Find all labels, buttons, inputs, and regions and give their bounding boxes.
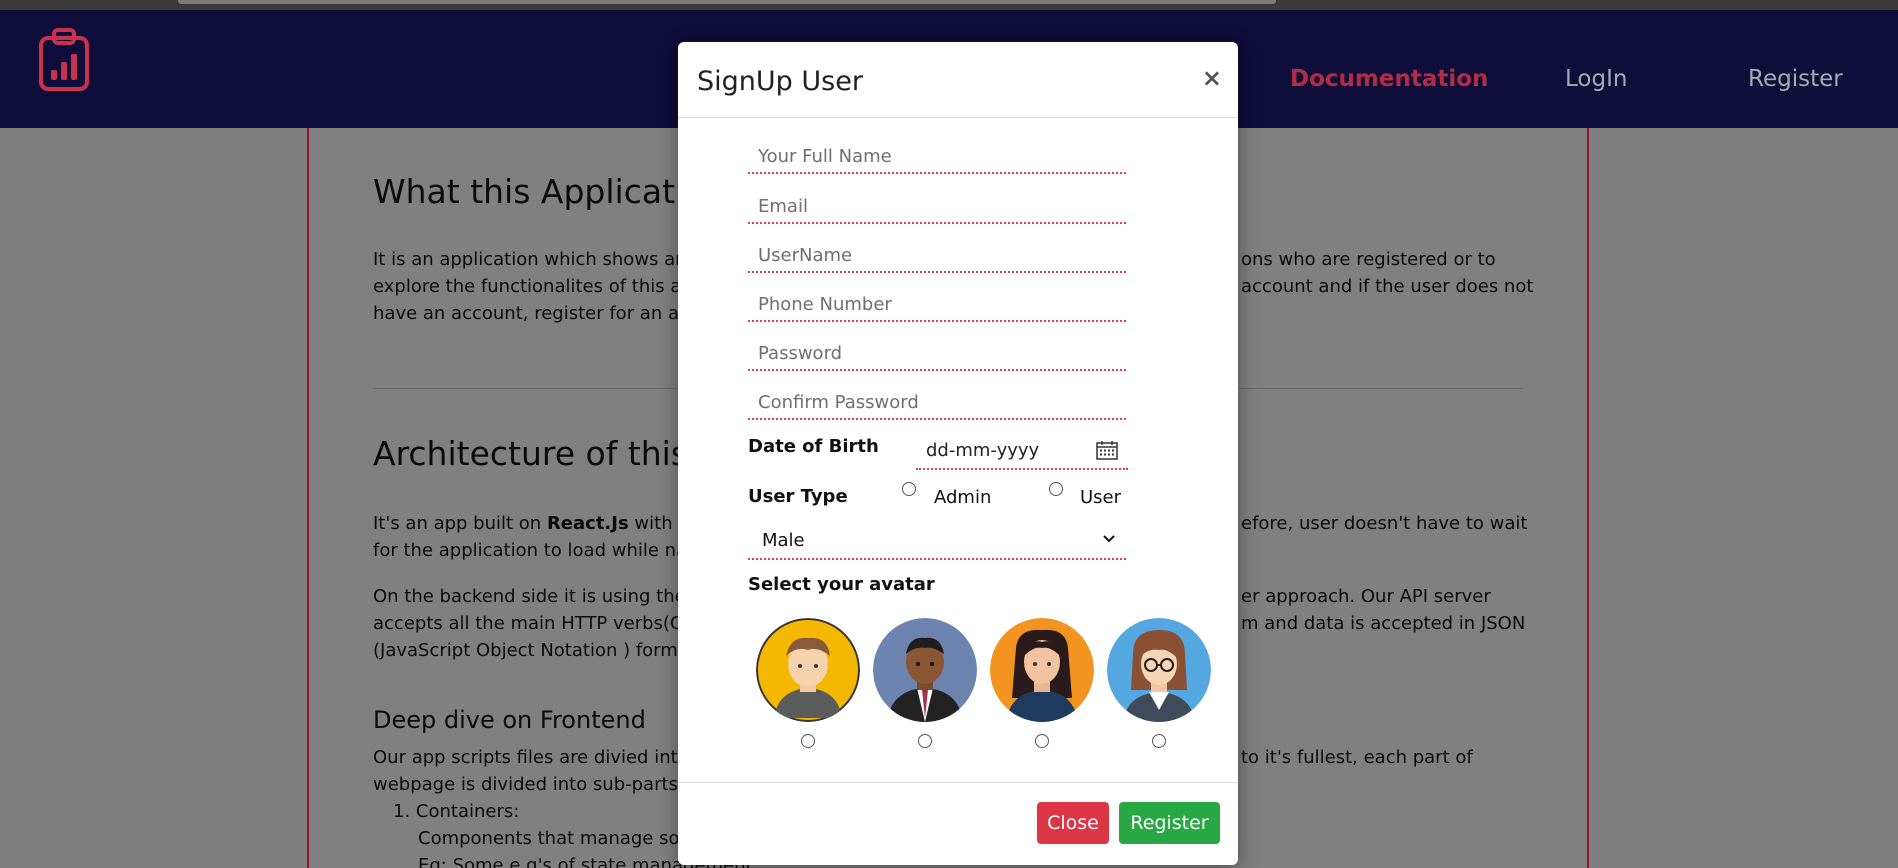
- avatar-3[interactable]: [990, 618, 1094, 722]
- heading-architecture: Architecture of this: [373, 434, 689, 473]
- modal-header: SignUp User ×: [678, 42, 1238, 118]
- react-bold: React.Js: [546, 513, 629, 534]
- radio-admin[interactable]: [902, 482, 916, 496]
- close-button[interactable]: Close: [1037, 802, 1109, 844]
- nav-register[interactable]: Register: [1748, 66, 1843, 92]
- avatar-3-radio[interactable]: [1035, 734, 1049, 748]
- avatar-4[interactable]: [1107, 618, 1211, 722]
- nav-documentation[interactable]: Documentation: [1290, 66, 1488, 92]
- heading-frontend: Deep dive on Frontend: [373, 706, 646, 734]
- avatar-4-icon: [1107, 618, 1211, 722]
- password-input[interactable]: [748, 337, 1126, 371]
- confirm-password-input[interactable]: [748, 386, 1126, 420]
- para-backend-right-line-2: m and data is accepted in JSON: [1241, 613, 1526, 634]
- para-frontend-right: to it's fullest, each part of: [1241, 747, 1473, 768]
- nav-login[interactable]: LogIn: [1565, 66, 1627, 92]
- heading-what-app: What this Application: [373, 172, 726, 211]
- radio-user[interactable]: [1049, 482, 1063, 496]
- register-button[interactable]: Register: [1119, 802, 1220, 844]
- avatar-4-radio[interactable]: [1152, 734, 1166, 748]
- signup-modal: SignUp User × Date of Birth dd-mm-yyyy U…: [678, 42, 1238, 865]
- avatar-1-radio[interactable]: [801, 734, 815, 748]
- avatar-label: Select your avatar: [748, 574, 935, 595]
- modal-title: SignUp User: [697, 66, 863, 97]
- avatar-2-radio[interactable]: [918, 734, 932, 748]
- clipboard-chart-icon[interactable]: [38, 28, 90, 92]
- full-name-input[interactable]: [748, 140, 1126, 174]
- chevron-down-icon: [1103, 535, 1115, 543]
- gender-selected-value: Male: [762, 530, 805, 551]
- modal-footer-divider: [678, 782, 1238, 783]
- para-intro-right-line-1: ons who are registered or to: [1241, 249, 1496, 270]
- username-input[interactable]: [748, 239, 1126, 273]
- dob-value: dd-mm-yyyy: [926, 440, 1040, 461]
- user-type-label: User Type: [748, 486, 848, 507]
- gender-select[interactable]: Male: [748, 522, 1126, 560]
- para-intro-right-line-2: account and if the user does not: [1241, 276, 1534, 297]
- dob-input[interactable]: dd-mm-yyyy: [916, 432, 1128, 470]
- dob-label: Date of Birth: [748, 436, 879, 457]
- scrollbar-thumb[interactable]: [178, 0, 1276, 4]
- email-input[interactable]: [748, 190, 1126, 224]
- avatar-2-icon: [873, 618, 977, 722]
- phone-input[interactable]: [748, 288, 1126, 322]
- para-architecture-text: It's an app built on: [373, 513, 547, 534]
- radio-user-label: User: [1080, 487, 1122, 508]
- avatar-2[interactable]: [873, 618, 977, 722]
- para-architecture-right: efore, user doesn't have to wait: [1241, 513, 1528, 534]
- avatar-3-icon: [990, 618, 1094, 722]
- calendar-icon[interactable]: [1096, 440, 1118, 460]
- close-icon[interactable]: ×: [1202, 64, 1222, 92]
- para-intro-right: ons who are registered or to account and…: [1241, 246, 1541, 300]
- avatar-1[interactable]: [756, 618, 860, 722]
- para-backend-right-line-1: er approach. Our API server: [1241, 586, 1491, 607]
- radio-admin-label: Admin: [934, 487, 992, 508]
- para-backend-right: er approach. Our API server m and data i…: [1241, 583, 1541, 637]
- avatar-1-icon: [756, 618, 860, 722]
- browser-scroll-strip: [0, 0, 1898, 10]
